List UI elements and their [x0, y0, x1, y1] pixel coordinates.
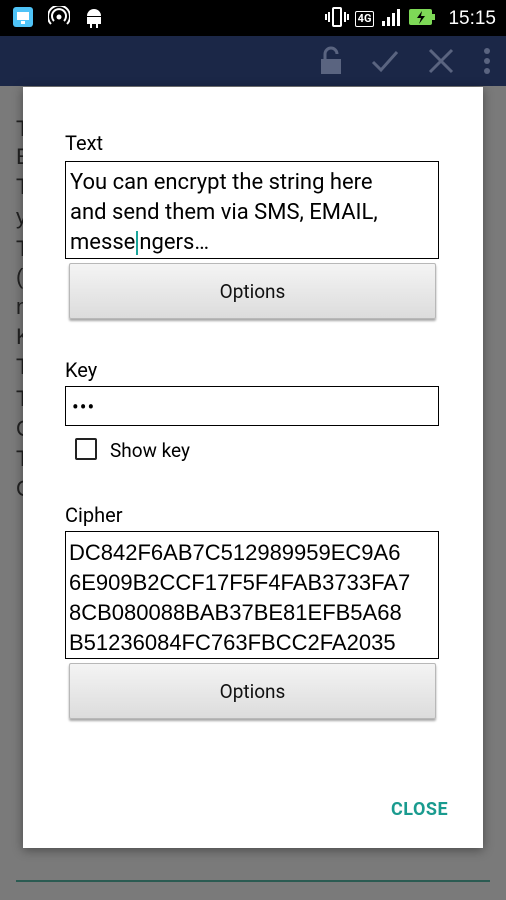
text-label: Text — [65, 131, 104, 155]
show-key-checkbox[interactable] — [75, 438, 97, 460]
text-line: messe ngers… — [70, 230, 210, 256]
text-input[interactable]: You can encrypt the string here and send… — [65, 161, 439, 259]
hotspot-icon — [47, 4, 71, 32]
encrypt-dialog: Text You can encrypt the string here and… — [23, 87, 483, 848]
key-label: Key — [65, 358, 98, 382]
show-key-label[interactable]: Show key — [110, 439, 190, 462]
cipher-label: Cipher — [65, 503, 123, 527]
text-line: and send them via SMS, EMAIL, — [70, 200, 378, 225]
action-bar — [0, 36, 506, 86]
overflow-menu-icon[interactable] — [482, 46, 492, 80]
remote-desktop-icon — [12, 6, 34, 32]
clock: 15:15 — [448, 8, 496, 29]
check-icon[interactable] — [370, 46, 400, 80]
status-bar: 4G 15:15 — [0, 0, 506, 36]
cipher-line: 8CB080088BAB37BE81EFB5A68 — [69, 600, 402, 625]
vibrate-icon — [324, 6, 349, 32]
cipher-output[interactable]: DC842F6AB7C512989959EC9A6 6E909B2CCF17F5… — [65, 531, 439, 659]
lock-icon[interactable] — [318, 46, 344, 80]
text-options-button[interactable]: Options — [69, 263, 436, 319]
network-type-badge: 4G — [354, 11, 375, 27]
close-icon[interactable] — [426, 46, 456, 80]
cipher-options-button[interactable]: Options — [69, 663, 436, 719]
signal-icon — [380, 6, 402, 32]
battery-charging-icon — [408, 6, 436, 32]
close-button[interactable]: CLOSE — [391, 799, 448, 820]
cipher-line: DC842F6AB7C512989959EC9A6 — [69, 540, 401, 565]
text-line: You can encrypt the string here — [70, 170, 373, 195]
background-divider — [16, 880, 490, 882]
cipher-line: B51236084FC763FBCC2FA2035 — [69, 630, 396, 655]
android-icon — [84, 6, 104, 32]
key-input[interactable]: ••• — [65, 386, 439, 426]
cipher-line: 6E909B2CCF17F5F4FAB3733FA7 — [69, 570, 411, 595]
